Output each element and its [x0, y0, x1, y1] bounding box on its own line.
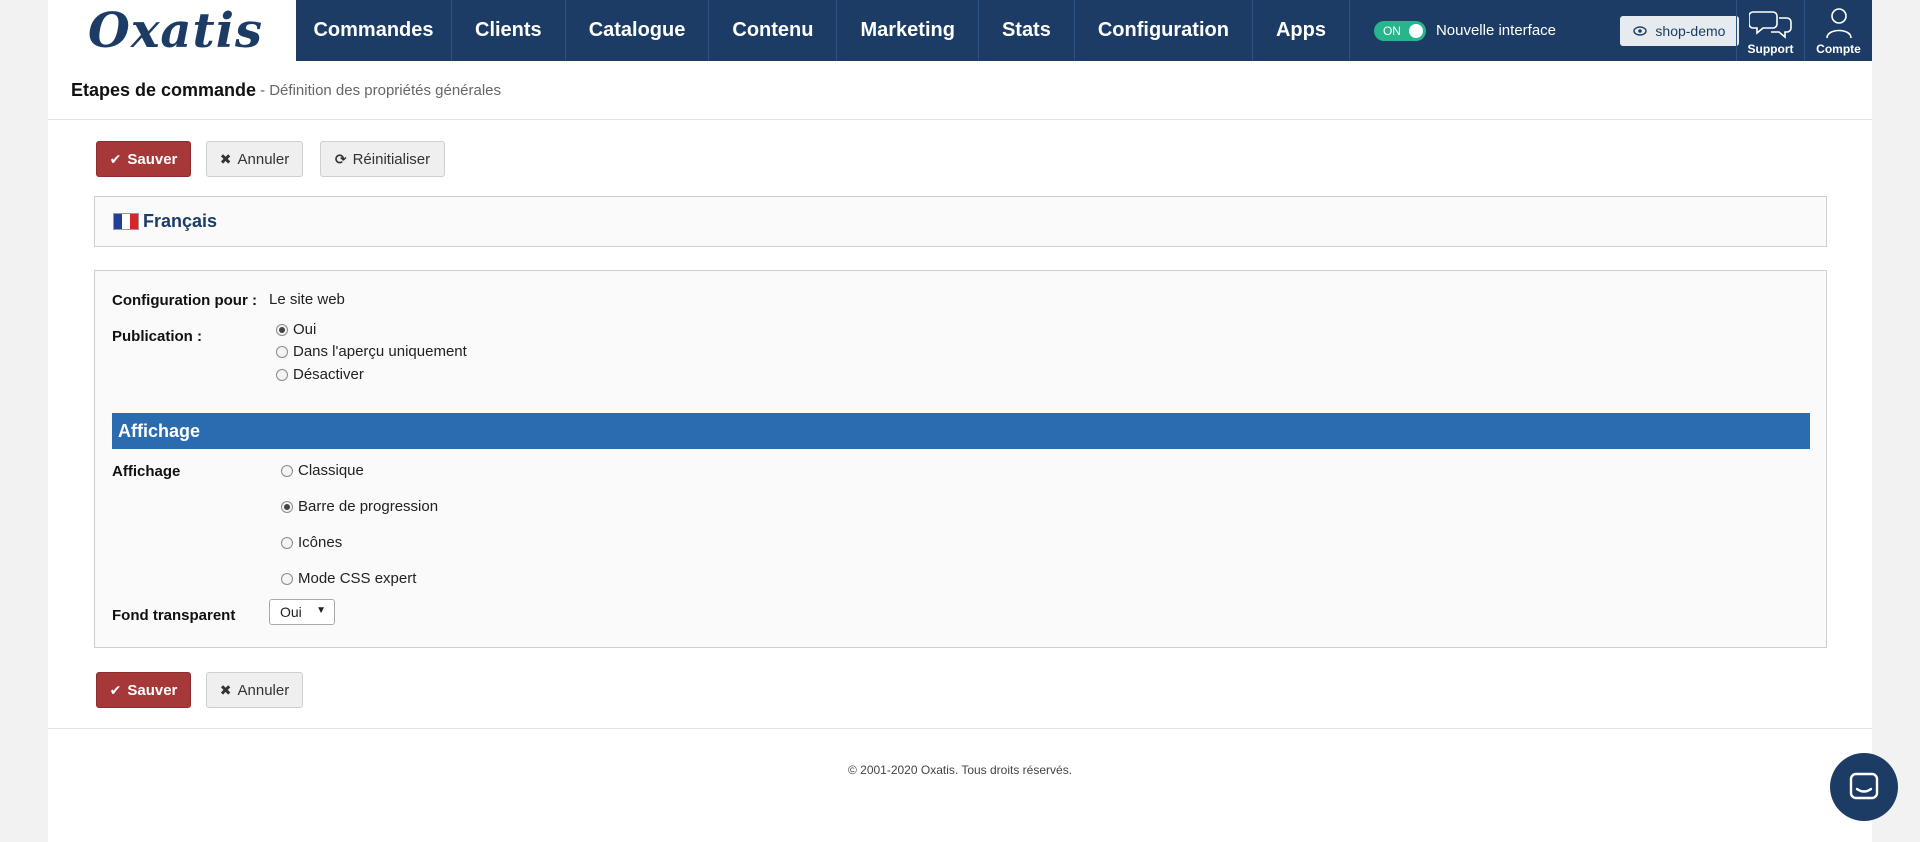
logo[interactable]: Oxatis: [48, 0, 296, 61]
nav-item-stats[interactable]: Stats: [979, 0, 1075, 61]
page-header: Etapes de commande - Définition des prop…: [48, 61, 1872, 120]
radio-label: Désactiver: [293, 366, 364, 383]
display-label: Affichage: [112, 463, 181, 480]
language-panel: Français: [94, 196, 1827, 247]
reset-button[interactable]: ⟳ Réinitialiser: [320, 141, 445, 177]
radio-label: Classique: [298, 462, 364, 479]
config-for-value: Le site web: [269, 291, 345, 308]
page-subtitle: - Définition des propriétés générales: [260, 81, 502, 99]
radio-label: Barre de progression: [298, 498, 439, 515]
toggle-state-text: ON: [1382, 23, 1401, 38]
radio-dot: [281, 464, 293, 477]
cancel-label: Annuler: [237, 150, 290, 168]
nav-item-catalogue[interactable]: Catalogue: [566, 0, 710, 61]
display-radio-css-expert[interactable]: Mode CSS expert: [281, 570, 416, 587]
save-label: Sauver: [127, 681, 178, 699]
new-interface-label: Nouvelle interface: [1435, 22, 1557, 39]
nav-item-marketing[interactable]: Marketing: [837, 0, 979, 61]
save-button[interactable]: ✔ Sauver: [96, 141, 191, 177]
cancel-button[interactable]: ✖ Annuler: [206, 141, 303, 177]
bottom-save-button[interactable]: ✔ Sauver: [96, 672, 191, 708]
language-label[interactable]: Français: [143, 211, 217, 232]
new-interface-toggle[interactable]: ON: [1373, 20, 1426, 41]
check-icon: ✔: [109, 150, 122, 167]
page: Oxatis Commandes Clients Catalogue Conte…: [48, 0, 1872, 842]
refresh-icon: ⟳: [334, 150, 347, 167]
radio-dot: [281, 572, 293, 585]
footer-copyright: © 2001-2020 Oxatis. Tous droits réservés…: [847, 763, 1073, 777]
reset-label: Réinitialiser: [352, 150, 431, 168]
nav-item-configuration[interactable]: Configuration: [1075, 0, 1253, 61]
config-for-label: Configuration pour :: [112, 292, 257, 309]
bottom-cancel-button[interactable]: ✖ Annuler: [206, 672, 303, 708]
toggle-knob: [1408, 23, 1423, 38]
display-radio-icons[interactable]: Icônes: [281, 534, 342, 551]
logo-text: Oxatis: [88, 2, 263, 59]
save-label: Sauver: [127, 150, 178, 168]
shop-demo-button[interactable]: shop-demo: [1619, 15, 1739, 46]
radio-dot: [281, 536, 293, 549]
radio-dot: [276, 368, 288, 381]
chat-bubbles-icon: [1748, 11, 1792, 39]
top-navigation: Oxatis Commandes Clients Catalogue Conte…: [48, 0, 1872, 61]
close-icon: ✖: [219, 150, 232, 167]
chat-launcher-button[interactable]: [1830, 753, 1898, 821]
transparent-bg-select[interactable]: Oui ▼: [269, 599, 335, 625]
new-interface-toggle-group: ON Nouvelle interface: [1350, 0, 1620, 61]
radio-dot: [276, 323, 288, 336]
page-title: Etapes de commande: [71, 79, 257, 100]
radio-label: Dans l'aperçu uniquement: [293, 343, 467, 360]
nav-item-apps[interactable]: Apps: [1253, 0, 1350, 61]
account-button[interactable]: Compte: [1804, 0, 1872, 61]
shop-demo-label: shop-demo: [1655, 22, 1726, 39]
publication-radio-preview[interactable]: Dans l'aperçu uniquement: [276, 343, 467, 360]
close-icon: ✖: [219, 681, 232, 698]
radio-label: Mode CSS expert: [298, 570, 417, 587]
section-header-affichage: Affichage: [112, 413, 1810, 449]
radio-dot: [276, 345, 288, 358]
eye-icon: [1633, 25, 1648, 36]
publication-radio-oui[interactable]: Oui: [276, 321, 316, 338]
radio-dot: [281, 500, 293, 513]
account-label: Compte: [1816, 42, 1861, 56]
nav-item-contenu[interactable]: Contenu: [709, 0, 838, 61]
publication-label: Publication :: [112, 328, 202, 345]
display-radio-progress-bar[interactable]: Barre de progression: [281, 498, 438, 515]
cancel-label: Annuler: [237, 681, 290, 699]
footer-divider: [48, 728, 1872, 729]
publication-radio-disable[interactable]: Désactiver: [276, 366, 364, 383]
select-value: Oui: [280, 604, 302, 620]
nav-item-commandes[interactable]: Commandes: [296, 0, 452, 61]
support-button[interactable]: Support: [1736, 0, 1804, 61]
chat-icon: [1849, 772, 1879, 800]
caret-down-icon: ▼: [316, 605, 326, 616]
top-right-icons: Support Compte: [1736, 0, 1872, 61]
user-icon: [1825, 8, 1852, 39]
nav-item-clients[interactable]: Clients: [452, 0, 566, 61]
display-radio-classique[interactable]: Classique: [281, 462, 364, 479]
settings-form: Configuration pour : Le site web Publica…: [94, 270, 1827, 648]
radio-label: Icônes: [298, 534, 343, 551]
transparent-bg-label: Fond transparent: [112, 607, 236, 624]
radio-label: Oui: [293, 321, 317, 338]
check-icon: ✔: [109, 681, 122, 698]
support-label: Support: [1747, 42, 1794, 56]
french-flag-icon: [113, 213, 139, 230]
